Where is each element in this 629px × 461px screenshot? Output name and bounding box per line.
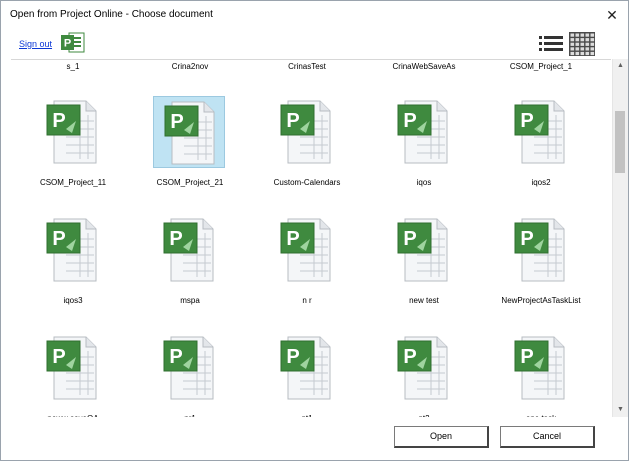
ms-project-logo-icon: P — [61, 32, 85, 53]
project-file-icon[interactable]: P — [36, 214, 108, 286]
sign-out-link[interactable]: Sign out — [19, 39, 52, 49]
svg-text:P: P — [286, 110, 299, 132]
project-file-icon[interactable]: P — [270, 96, 342, 168]
document-tile[interactable]: P iqos3 — [11, 214, 115, 322]
document-name: iqos2 — [531, 178, 551, 187]
document-name: Custom-Calendars — [273, 178, 341, 187]
close-icon[interactable]: ✕ — [601, 5, 623, 25]
document-name: CSOM_Project_11 — [39, 178, 107, 187]
partial-document-label[interactable]: s_1 — [23, 62, 123, 71]
document-tile[interactable]: P iqos2 — [479, 96, 583, 204]
project-file-icon[interactable]: P — [153, 96, 225, 168]
document-grid: s_1 Crina2nov CrinasTest CrinaWebSaveAs CSOM… — [11, 59, 611, 418]
grid-view-icon[interactable] — [568, 31, 596, 57]
toolbar: Sign out P — [1, 29, 628, 59]
document-tile[interactable]: P neww saveQA — [11, 332, 115, 418]
scroll-thumb[interactable] — [615, 111, 625, 173]
svg-text:P: P — [52, 110, 65, 132]
project-file-icon[interactable]: P — [504, 332, 576, 404]
scroll-up-icon[interactable]: ▲ — [613, 59, 628, 73]
project-file-icon[interactable]: P — [387, 214, 459, 286]
partial-document-label[interactable]: Crina2nov — [140, 62, 240, 71]
document-tile[interactable]: P CSOM_Project_11 — [11, 96, 115, 204]
document-tile[interactable]: P nt1 — [245, 332, 349, 418]
document-tile[interactable]: P n r — [245, 214, 349, 322]
svg-text:P: P — [52, 346, 65, 368]
document-name: CSOM_Project_21 — [156, 178, 224, 187]
document-tile[interactable]: P nr1 — [128, 332, 232, 418]
document-tile[interactable]: P Custom-Calendars — [245, 96, 349, 204]
project-file-icon[interactable]: P — [504, 96, 576, 168]
svg-text:P: P — [64, 38, 71, 50]
document-name: iqos3 — [63, 296, 83, 305]
document-tile[interactable]: P new test — [362, 214, 466, 322]
list-view-icon[interactable] — [537, 32, 565, 56]
document-name: new test — [409, 296, 439, 305]
project-file-icon[interactable]: P — [387, 96, 459, 168]
document-tile[interactable]: P NewProjectAsTaskList — [479, 214, 583, 322]
project-file-icon[interactable]: P — [504, 214, 576, 286]
partial-document-label[interactable]: CrinasTest — [257, 62, 357, 71]
document-name: mspa — [180, 296, 200, 305]
document-tile[interactable]: P mspa — [128, 214, 232, 322]
project-file-icon[interactable]: P — [153, 214, 225, 286]
project-file-icon[interactable]: P — [270, 332, 342, 404]
svg-text:P: P — [286, 228, 299, 250]
document-tile[interactable]: P nt2 — [362, 332, 466, 418]
project-file-icon[interactable]: P — [270, 214, 342, 286]
document-name: NewProjectAsTaskList — [501, 296, 581, 305]
svg-text:P: P — [169, 346, 182, 368]
open-button[interactable]: Open — [394, 426, 489, 448]
project-file-icon[interactable]: P — [387, 332, 459, 404]
svg-text:P: P — [520, 346, 533, 368]
vertical-scrollbar[interactable]: ▲ ▼ — [612, 59, 628, 417]
svg-text:P: P — [403, 110, 416, 132]
svg-text:P: P — [403, 346, 416, 368]
title-bar: Open from Project Online - Choose docume… — [1, 1, 628, 29]
cancel-button[interactable]: Cancel — [500, 426, 595, 448]
window-title: Open from Project Online - Choose docume… — [10, 9, 213, 20]
svg-text:P: P — [520, 228, 533, 250]
partial-document-label[interactable]: CSOM_Project_1 — [491, 62, 591, 71]
scroll-down-icon[interactable]: ▼ — [613, 403, 628, 417]
partial-document-label[interactable]: CrinaWebSaveAs — [374, 62, 474, 71]
svg-text:P: P — [170, 111, 183, 133]
project-file-icon[interactable]: P — [36, 332, 108, 404]
document-tile[interactable]: P iqos — [362, 96, 466, 204]
project-file-icon[interactable]: P — [36, 96, 108, 168]
project-file-icon[interactable]: P — [153, 332, 225, 404]
document-tile[interactable]: P one task — [479, 332, 583, 418]
dialog-footer: Open Cancel — [1, 417, 628, 460]
document-name: n r — [302, 296, 312, 305]
open-dialog: Open from Project Online - Choose docume… — [0, 0, 629, 461]
document-tile[interactable]: P CSOM_Project_21 — [128, 96, 232, 204]
svg-text:P: P — [169, 228, 182, 250]
svg-text:P: P — [403, 228, 416, 250]
svg-text:P: P — [520, 110, 533, 132]
document-name: iqos — [416, 178, 432, 187]
svg-text:P: P — [52, 228, 65, 250]
svg-text:P: P — [286, 346, 299, 368]
